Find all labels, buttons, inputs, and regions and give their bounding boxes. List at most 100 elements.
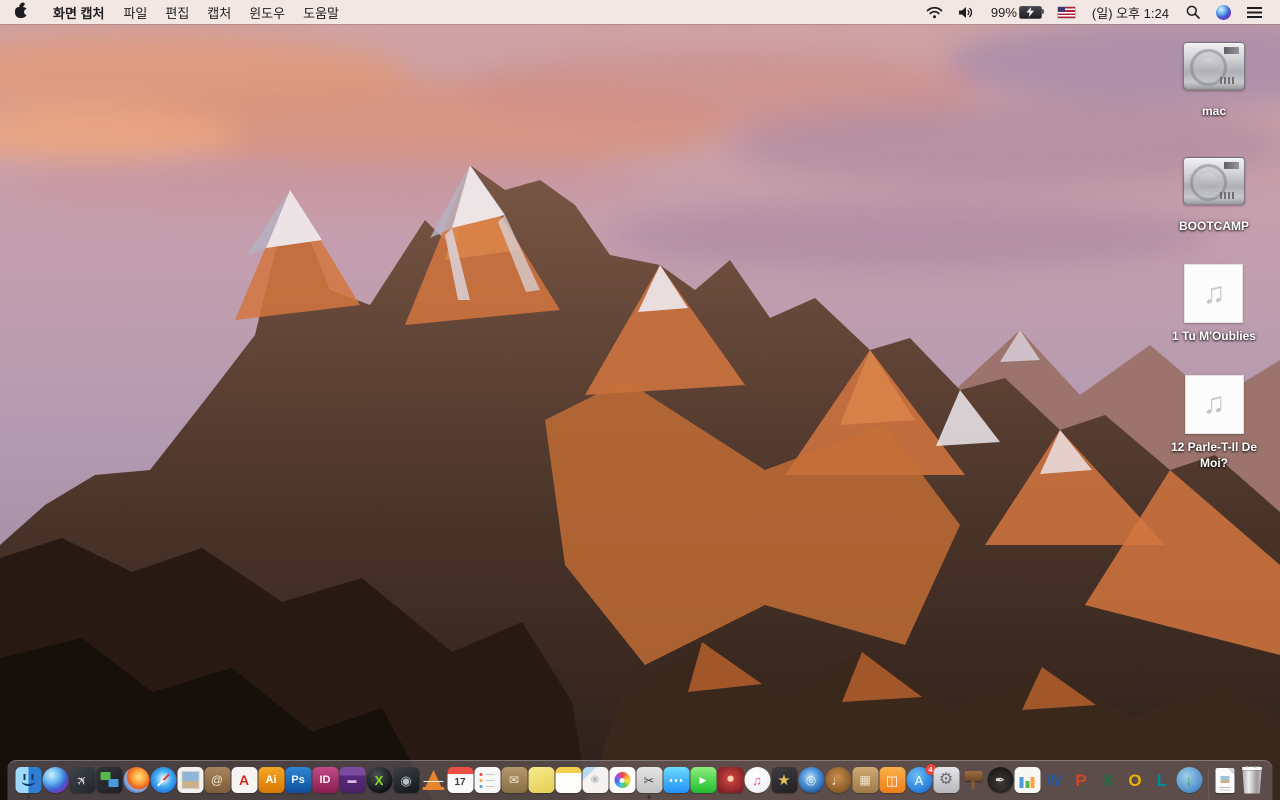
battery-menu-extra[interactable]: 99% xyxy=(983,0,1050,24)
system-preferences-icon: ⚙ xyxy=(933,767,959,793)
mail-archive-box-glyph: ✉ xyxy=(508,773,520,787)
notification-center-icon xyxy=(1247,6,1262,18)
screen-capture-dock-icon[interactable]: ✂ xyxy=(636,760,663,800)
notification-center-menu-extra[interactable] xyxy=(1239,0,1270,24)
indesign-dock-icon[interactable]: ID xyxy=(312,760,339,800)
itunes-dock-icon[interactable]: ♫ xyxy=(744,760,771,800)
minimized-document-icon xyxy=(1215,767,1235,793)
audio-file-12-parle-t-il-de-moi[interactable]: ♫ 12 Parle-T-Il De Moi? xyxy=(1165,374,1263,471)
apple-icon xyxy=(15,6,30,18)
finder-dock-icon[interactable] xyxy=(15,760,42,800)
volume-bootcamp[interactable]: BOOTCAMP xyxy=(1179,149,1249,234)
safari-dock-icon[interactable] xyxy=(150,760,177,800)
ms-word-glyph: W xyxy=(1045,770,1063,790)
pages-inkwell-dock-icon[interactable]: ✒ xyxy=(987,760,1014,800)
ibooks-glyph: ◫ xyxy=(885,772,899,788)
keynote-podium-dock-icon[interactable] xyxy=(960,760,987,800)
launchpad-dock-icon[interactable]: ✈ xyxy=(69,760,96,800)
ms-outlook-glyph: O xyxy=(1128,770,1142,790)
acrobat-reader-glyph: A xyxy=(238,772,250,788)
input-source-menu-extra[interactable] xyxy=(1050,0,1083,24)
dvd-player-dock-icon[interactable]: ◎ xyxy=(798,760,825,800)
launchpad-glyph: ✈ xyxy=(72,770,92,790)
stickies-dock-icon[interactable] xyxy=(528,760,555,800)
minimized-document-dock-icon[interactable] xyxy=(1212,760,1239,800)
x-converter-glyph: X xyxy=(374,772,384,788)
messages-icon: ⋯ xyxy=(663,767,689,793)
apple-menu[interactable] xyxy=(0,0,43,24)
ms-lync-icon: L xyxy=(1149,767,1175,793)
menu-item-1[interactable]: 파일 xyxy=(114,3,156,22)
ms-lync-dock-icon[interactable]: L xyxy=(1149,760,1176,800)
menu-bar: 화면 캡처 파일 편집 캡처 윈도우 도움말 99% (일) 오후 1:24 xyxy=(0,0,1280,24)
mission-control-dock-icon[interactable] xyxy=(96,760,123,800)
reminders-dock-icon[interactable] xyxy=(474,760,501,800)
toast-burner-dock-icon[interactable]: ▬ xyxy=(339,760,366,800)
garageband-dock-icon[interactable]: ♩ xyxy=(825,760,852,800)
firefox-dock-icon[interactable] xyxy=(123,760,150,800)
bulletin-board-glyph: ▦ xyxy=(859,773,871,787)
app-store-dock-icon[interactable]: A4 xyxy=(906,760,936,800)
ms-word-dock-icon[interactable]: W xyxy=(1041,760,1068,800)
documents-seal-dock-icon[interactable]: ◉ xyxy=(582,760,609,800)
preview-dock-icon[interactable] xyxy=(177,760,204,800)
contacts-glyph: @ xyxy=(210,773,224,787)
facetime-dock-icon[interactable]: ▶ xyxy=(690,760,717,800)
desktop[interactable]: 화면 캡처 파일 편집 캡처 윈도우 도움말 99% (일) 오후 1:24 m… xyxy=(0,0,1280,800)
volume-mac[interactable]: mac xyxy=(1183,34,1245,119)
bulletin-board-dock-icon[interactable]: ▦ xyxy=(852,760,879,800)
imovie-dock-icon[interactable]: ★ xyxy=(771,760,798,800)
finder-running-indicator xyxy=(26,795,30,799)
launchpad-icon: ✈ xyxy=(69,767,95,793)
trash-dock-icon[interactable] xyxy=(1239,760,1266,800)
notes-dock-icon[interactable] xyxy=(555,760,582,800)
x-converter-dock-icon[interactable]: X xyxy=(366,760,393,800)
menu-item-4[interactable]: 윈도우 xyxy=(240,3,294,22)
spotlight-menu-extra[interactable] xyxy=(1178,0,1208,24)
ms-powerpoint-dock-icon[interactable]: P xyxy=(1068,760,1095,800)
system-preferences-dock-icon[interactable]: ⚙ xyxy=(933,760,960,800)
ms-powerpoint-glyph: P xyxy=(1075,770,1087,790)
siri-menu-extra[interactable] xyxy=(1208,0,1239,24)
menu-item-3[interactable]: 캡처 xyxy=(198,3,240,22)
photo-booth-dock-icon[interactable] xyxy=(717,760,744,800)
download-manager-dock-icon[interactable]: ↓ xyxy=(1176,760,1203,800)
active-app-menu[interactable]: 화면 캡처 xyxy=(43,3,114,22)
x-converter-icon: X xyxy=(366,767,392,793)
trash-icon xyxy=(1242,766,1262,794)
ibooks-dock-icon[interactable]: ◫ xyxy=(879,760,906,800)
us-flag-icon xyxy=(1057,6,1075,18)
acrobat-reader-dock-icon[interactable]: A xyxy=(231,760,258,800)
ms-excel-glyph: X xyxy=(1102,770,1114,790)
battery-charging-icon xyxy=(1018,5,1045,19)
volume-menu-extra[interactable] xyxy=(951,0,983,24)
mission-control-icon xyxy=(96,767,122,793)
dvd-player-glyph: ◎ xyxy=(805,773,817,787)
vlc-dock-icon[interactable] xyxy=(420,760,447,800)
download-manager-icon: ↓ xyxy=(1176,767,1202,793)
wifi-menu-extra[interactable] xyxy=(918,0,951,24)
mail-archive-box-dock-icon[interactable]: ✉ xyxy=(501,760,528,800)
photoshop-dock-icon[interactable]: Ps xyxy=(285,760,312,800)
calendar-dock-icon[interactable]: 17 xyxy=(447,760,474,800)
imovie-icon: ★ xyxy=(771,767,797,793)
menu-bar-clock[interactable]: (일) 오후 1:24 xyxy=(1083,3,1178,22)
contacts-dock-icon[interactable]: @ xyxy=(204,760,231,800)
ms-outlook-dock-icon[interactable]: O xyxy=(1122,760,1149,800)
battery-percentage: 99% xyxy=(990,4,1017,20)
disk-tool-dock-icon[interactable]: ◉ xyxy=(393,760,420,800)
ms-excel-icon: X xyxy=(1095,767,1121,793)
dock: ✈ @ A Ai Ps ID ▬ X ◉ 17 ✉ ◉ ✂ ⋯ ▶ ♫ ★ ◎ ♩ ▦ ◫ A 4 ⚙ ✒ W P X O L ↓ xyxy=(7,760,1273,800)
photos-dock-icon[interactable] xyxy=(609,760,636,800)
messages-glyph: ⋯ xyxy=(668,771,684,789)
siri-dock-icon[interactable] xyxy=(42,760,69,800)
numbers-chart-icon xyxy=(1014,767,1040,793)
illustrator-dock-icon[interactable]: Ai xyxy=(258,760,285,800)
menu-item-5[interactable]: 도움말 xyxy=(294,3,348,22)
messages-dock-icon[interactable]: ⋯ xyxy=(663,760,690,800)
audio-file-1-tu-moublies[interactable]: ♫ 1 Tu M'Oublies xyxy=(1172,264,1256,344)
numbers-chart-dock-icon[interactable] xyxy=(1014,760,1041,800)
ms-excel-dock-icon[interactable]: X xyxy=(1095,760,1122,800)
wifi-icon xyxy=(926,6,943,18)
menu-item-2[interactable]: 편집 xyxy=(156,3,198,22)
